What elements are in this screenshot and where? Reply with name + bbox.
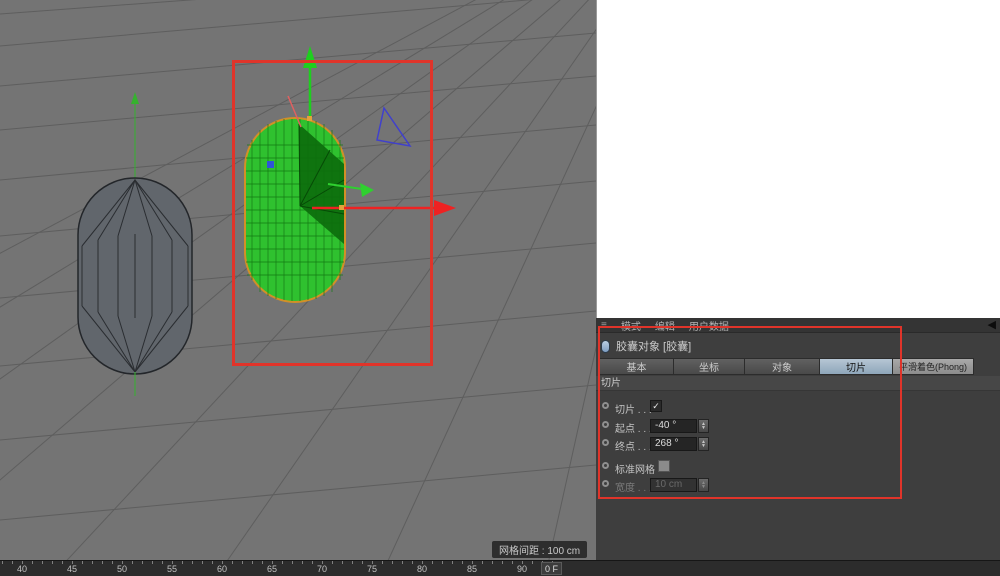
viewport-canvas[interactable] bbox=[0, 0, 596, 560]
menu-item-mode[interactable]: 模式 bbox=[621, 318, 641, 333]
keyframe-circle-icon[interactable] bbox=[602, 402, 609, 409]
property-row-standard-grid: 标准网格 bbox=[596, 459, 1000, 475]
keyframe-circle-icon[interactable] bbox=[602, 439, 609, 446]
ruler-tick: 90 bbox=[517, 564, 527, 574]
ruler-tick: 40 bbox=[17, 564, 27, 574]
empty-panel-area bbox=[596, 0, 1000, 318]
x-axis-arrowhead-icon[interactable] bbox=[434, 200, 456, 216]
width-spinner: ▲ ▼ bbox=[698, 478, 709, 492]
y-axis-arrowhead-icon[interactable] bbox=[303, 46, 317, 68]
collapse-arrow-icon[interactable]: ◀ bbox=[988, 319, 996, 332]
selection-point[interactable] bbox=[267, 161, 274, 168]
slice-label: 切片 . . . bbox=[615, 401, 652, 416]
section-header-slice: 切片 bbox=[596, 376, 1000, 391]
standard-grid-label: 标准网格 bbox=[615, 461, 655, 476]
tab-basic[interactable]: 基本 bbox=[599, 358, 673, 375]
start-label: 起点 . . . bbox=[615, 420, 652, 435]
slice-checkbox[interactable]: ✓ bbox=[650, 400, 662, 412]
tab-object[interactable]: 对象 bbox=[744, 358, 819, 375]
gray-capsule-object[interactable] bbox=[78, 92, 192, 396]
grid-spacing-label: 网格间距 : 100 cm bbox=[492, 541, 587, 558]
top-cap-handle[interactable] bbox=[307, 116, 312, 121]
panel-menu-icon[interactable]: ≡ bbox=[601, 320, 607, 331]
property-row-slice: 切片 . . . ✓ bbox=[596, 399, 1000, 415]
normal-triangle-icon bbox=[377, 108, 410, 146]
object-title-row: 胶囊对象 [胶囊] bbox=[601, 338, 691, 354]
ruler-tick: 45 bbox=[67, 564, 77, 574]
end-label: 终点 . . . bbox=[615, 438, 652, 453]
ruler-tick: 80 bbox=[417, 564, 427, 574]
keyframe-circle-icon[interactable] bbox=[602, 421, 609, 428]
end-angle-field[interactable]: 268 ° bbox=[650, 437, 697, 451]
tab-coordinates[interactable]: 坐标 bbox=[673, 358, 744, 375]
z-axis-arrowhead-icon[interactable] bbox=[360, 183, 374, 197]
keyframe-circle-icon[interactable] bbox=[602, 480, 609, 487]
viewport[interactable]: 网格间距 : 100 cm bbox=[0, 0, 596, 560]
ruler-tick: 70 bbox=[317, 564, 327, 574]
tab-slice[interactable]: 切片 bbox=[819, 358, 892, 375]
tab-phong[interactable]: 平滑着色(Phong) bbox=[892, 358, 974, 375]
spinner-down-icon: ▼ bbox=[701, 485, 706, 489]
green-capsule-object[interactable] bbox=[245, 118, 345, 302]
radius-handle[interactable] bbox=[339, 205, 344, 210]
menu-item-edit[interactable]: 编辑 bbox=[655, 318, 675, 333]
ruler-tick: 55 bbox=[167, 564, 177, 574]
property-row-width: 宽度 . . . 10 cm ▲ ▼ bbox=[596, 477, 1000, 493]
current-frame-indicator[interactable]: 0 F bbox=[541, 562, 562, 575]
panel-tabs: 基本 坐标 对象 切片 平滑着色(Phong) bbox=[599, 358, 974, 375]
ruler-tick: 60 bbox=[217, 564, 227, 574]
menu-item-userdata[interactable]: 用户数据 bbox=[689, 318, 729, 333]
capsule-object-icon bbox=[601, 340, 610, 353]
width-label: 宽度 . . . bbox=[615, 479, 652, 494]
spinner-down-icon[interactable]: ▼ bbox=[701, 426, 706, 430]
start-angle-spinner[interactable]: ▲ ▼ bbox=[698, 419, 709, 433]
ruler-tick: 75 bbox=[367, 564, 377, 574]
property-row-start: 起点 . . . -40 ° ▲ ▼ bbox=[596, 418, 1000, 434]
ruler-tick: 85 bbox=[467, 564, 477, 574]
standard-grid-checkbox[interactable] bbox=[658, 460, 670, 472]
timeline-ruler[interactable]: 40 45 50 55 60 65 70 75 80 85 90 0 F bbox=[0, 560, 1000, 576]
property-row-end: 终点 . . . 268 ° ▲ ▼ bbox=[596, 436, 1000, 452]
spinner-down-icon[interactable]: ▼ bbox=[701, 444, 706, 448]
start-angle-field[interactable]: -40 ° bbox=[650, 419, 697, 433]
ruler-tick: 65 bbox=[267, 564, 277, 574]
end-angle-spinner[interactable]: ▲ ▼ bbox=[698, 437, 709, 451]
panel-menubar: ≡ 模式 编辑 用户数据 ◀ bbox=[596, 318, 1000, 333]
object-title: 胶囊对象 [胶囊] bbox=[616, 338, 691, 354]
attribute-manager-panel: ≡ 模式 编辑 用户数据 ◀ 胶囊对象 [胶囊] 基本 坐标 对象 切片 平滑着… bbox=[596, 318, 1000, 560]
width-field: 10 cm bbox=[650, 478, 697, 492]
ruler-tick: 50 bbox=[117, 564, 127, 574]
keyframe-circle-icon[interactable] bbox=[602, 462, 609, 469]
